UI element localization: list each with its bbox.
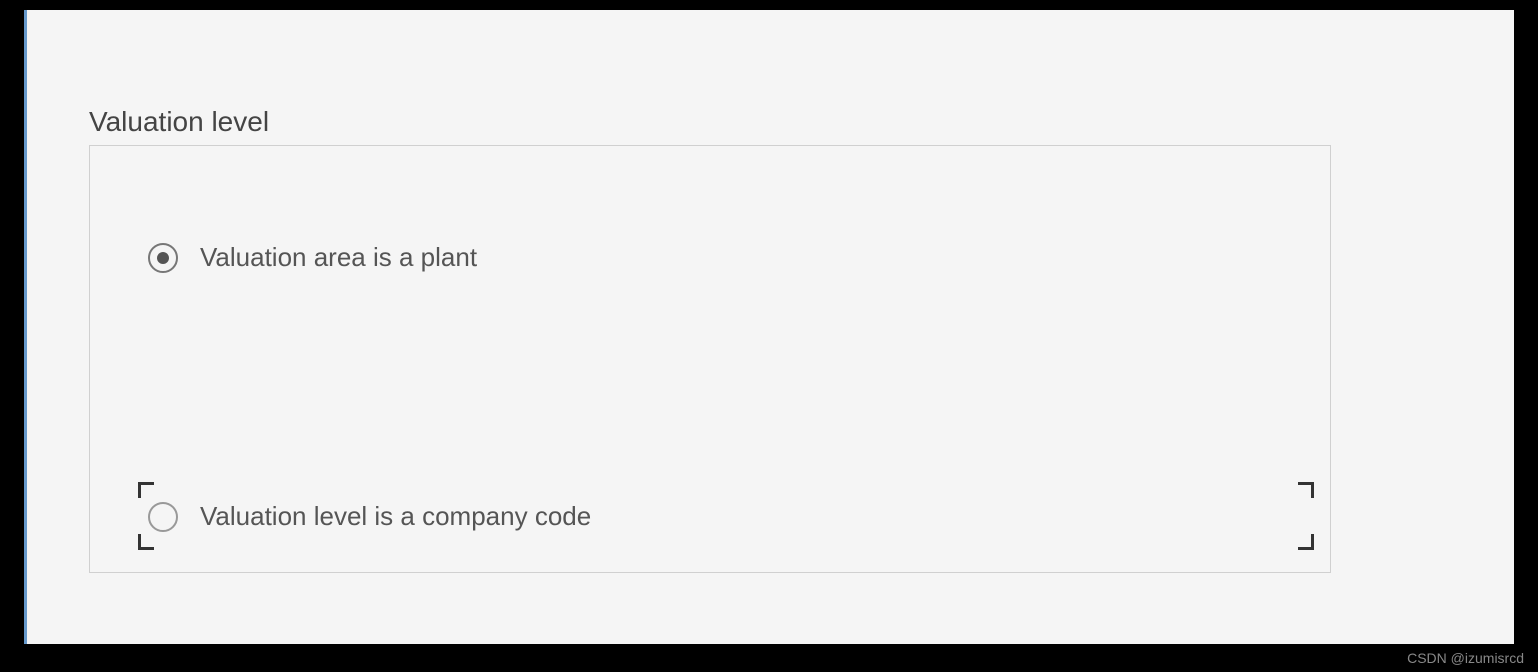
valuation-level-group: Valuation area is a plant Valuation leve…: [89, 145, 1331, 573]
radio-selected-icon: [148, 243, 178, 273]
focus-corner-icon: [1298, 534, 1314, 550]
group-title: Valuation level: [89, 106, 269, 138]
radio-option-company-code[interactable]: Valuation level is a company code: [148, 501, 591, 532]
radio-label-company-code: Valuation level is a company code: [200, 501, 591, 532]
focus-corner-icon: [138, 534, 154, 550]
radio-label-plant: Valuation area is a plant: [200, 242, 477, 273]
panel-frame: Valuation level Valuation area is a plan…: [24, 10, 1514, 644]
focus-corner-icon: [138, 482, 154, 498]
watermark-text: CSDN @izumisrcd: [1407, 650, 1524, 666]
radio-option-plant[interactable]: Valuation area is a plant: [148, 242, 477, 273]
focus-corner-icon: [1298, 482, 1314, 498]
radio-unselected-icon: [148, 502, 178, 532]
